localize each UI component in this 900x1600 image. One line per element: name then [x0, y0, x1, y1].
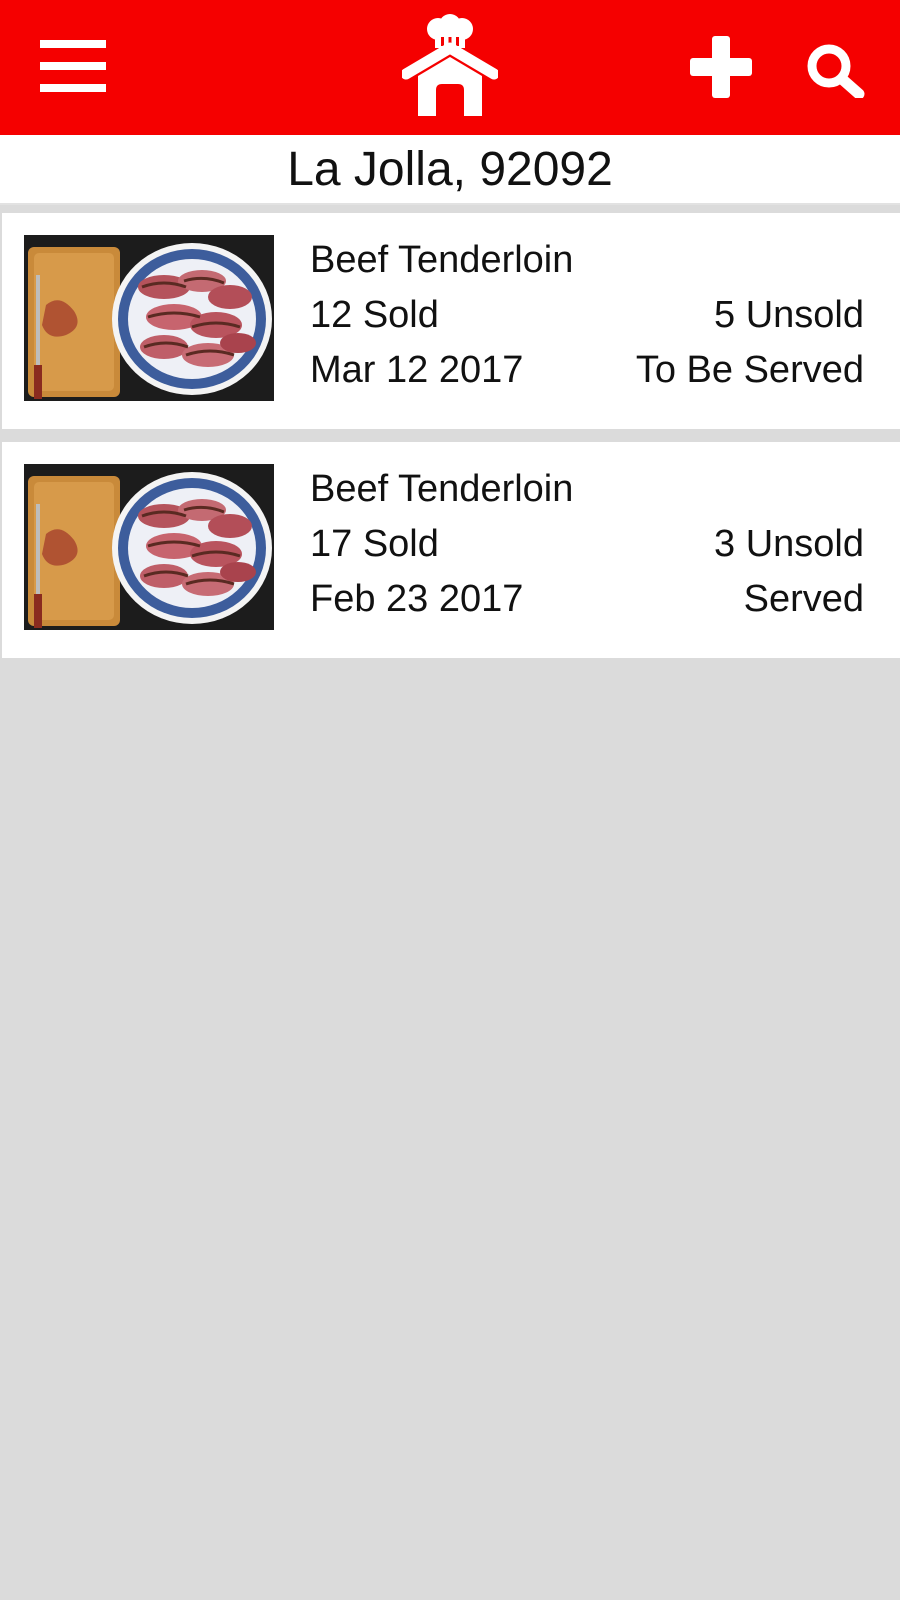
dish-photo-image: [24, 464, 274, 630]
listing-card[interactable]: Beef Tenderloin 12 Sold 5 Unsold Mar 12 …: [2, 213, 900, 429]
search-button[interactable]: [804, 42, 866, 98]
menu-button[interactable]: [40, 40, 106, 92]
menu-icon: [40, 40, 106, 92]
sold-count: 17 Sold: [310, 523, 439, 565]
sold-count: 12 Sold: [310, 294, 439, 336]
serve-date: Feb 23 2017: [310, 578, 524, 620]
listing-details: Beef Tenderloin 12 Sold 5 Unsold Mar 12 …: [310, 233, 864, 398]
unsold-count: 5 Unsold: [714, 294, 864, 336]
listing-card[interactable]: Beef Tenderloin 17 Sold 3 Unsold Feb 23 …: [2, 442, 900, 658]
serve-date: Mar 12 2017: [310, 349, 524, 391]
dish-photo-image: [24, 235, 274, 401]
dish-title: Beef Tenderloin: [310, 239, 574, 281]
location-header: La Jolla, 92092: [0, 135, 900, 205]
dish-title: Beef Tenderloin: [310, 468, 574, 510]
listing-details: Beef Tenderloin 17 Sold 3 Unsold Feb 23 …: [310, 462, 864, 627]
unsold-count: 3 Unsold: [714, 523, 864, 565]
dish-photo: [24, 464, 274, 630]
app-screen: La Jolla, 92092 Beef Tenderloin 12 Sold …: [0, 0, 900, 1600]
serve-status: Served: [743, 578, 864, 620]
add-listing-button[interactable]: [690, 36, 752, 98]
plus-icon: [690, 36, 752, 98]
top-app-bar: [0, 0, 900, 135]
search-icon: [807, 44, 865, 98]
chef-house-icon: [402, 14, 498, 116]
serve-status: To Be Served: [635, 349, 864, 391]
dish-photo: [24, 235, 274, 401]
home-button[interactable]: [402, 14, 498, 120]
